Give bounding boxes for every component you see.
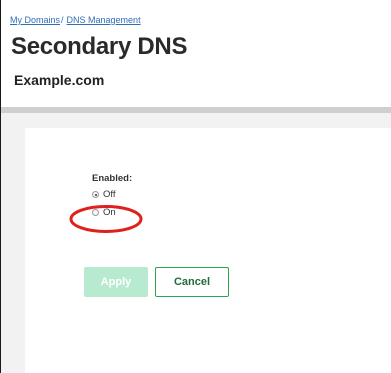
- breadcrumb-my-domains[interactable]: My Domains: [10, 15, 60, 25]
- breadcrumb-dns-management[interactable]: DNS Management: [67, 15, 141, 25]
- apply-button[interactable]: Apply: [84, 267, 148, 297]
- page-header: My Domains/DNS Management Secondary DNS …: [1, 0, 391, 107]
- page-title: Secondary DNS: [11, 33, 188, 60]
- breadcrumb-separator: /: [61, 15, 64, 25]
- page-frame: My Domains/DNS Management Secondary DNS …: [0, 0, 391, 373]
- radio-on-option[interactable]: On: [92, 207, 116, 218]
- radio-off-label: Off: [103, 189, 116, 200]
- settings-panel: Enabled: Off On Apply Cancel: [25, 128, 391, 373]
- breadcrumb: My Domains/DNS Management: [10, 15, 141, 25]
- radio-off[interactable]: [92, 191, 99, 198]
- radio-on[interactable]: [92, 209, 99, 216]
- domain-name: Example.com: [14, 72, 105, 88]
- enabled-label: Enabled:: [92, 173, 133, 184]
- radio-on-label: On: [103, 207, 116, 218]
- cancel-button[interactable]: Cancel: [155, 267, 229, 297]
- radio-off-option[interactable]: Off: [92, 189, 116, 200]
